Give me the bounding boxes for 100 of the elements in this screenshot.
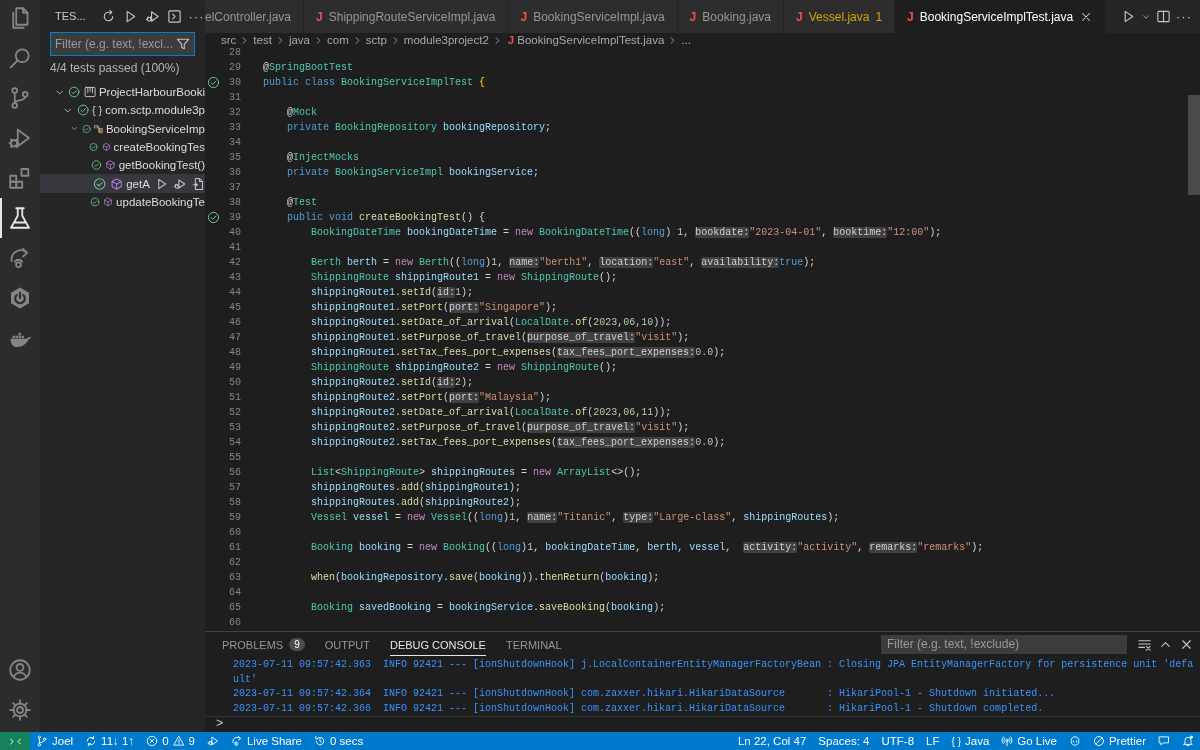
more-button[interactable]: ···	[1176, 9, 1192, 24]
line-number: 44	[228, 287, 241, 298]
check-circle-icon[interactable]	[207, 76, 220, 89]
log-line: 2023-07-11 09:57:42.363 INFO 92421 --- [ionShutdownHook] j.LocalContainerEntityManagerFactoryBean : Closing JPA EntityManagerFactory for persistence unit 'default'	[233, 658, 1194, 687]
line-number: 37	[228, 182, 241, 193]
panel-tab[interactable]: PROBLEMS 9	[222, 632, 305, 656]
code-line: @SpringBootTest	[263, 61, 354, 75]
problem-count: 1	[875, 9, 883, 24]
code-line: ShippingRoute shippingRoute1 = new ShippingRoute();	[310, 271, 618, 285]
status-bar-item[interactable]: Joel	[30, 735, 80, 747]
breadcrumb-item[interactable]: src	[221, 34, 237, 46]
breadcrumb-item[interactable]: com	[327, 34, 349, 46]
account-icon[interactable]	[8, 658, 32, 682]
line-number: 28	[228, 47, 241, 58]
cube-icon	[109, 176, 124, 191]
line-number: 62	[228, 557, 241, 568]
code-line: BookingDateTime bookingDateTime = new BookingDateTime((long) 1, bookdate:"2023-04-01", booktime:"12:00");	[310, 226, 942, 240]
editor-tab[interactable]: J BookingServiceImplTest.java	[895, 0, 1107, 33]
debug-icon[interactable]	[144, 8, 160, 24]
code-line: private BookingServiceImpl bookingService;	[286, 166, 540, 180]
filter-icon[interactable]	[176, 37, 190, 51]
braces-icon: { }	[91, 104, 103, 117]
status-bar-item[interactable]: Live Share	[224, 735, 308, 747]
status-bar-item[interactable]: LF	[920, 735, 946, 747]
editor-tab[interactable]: J ShippingRouteServiceImpl.java	[304, 0, 509, 33]
cube-icon	[104, 158, 116, 173]
code-line: Vessel vessel = new Vessel((long)1, name:"Titanic", type:"Large-class", shippingRoutes);	[310, 511, 840, 525]
status-bar-item[interactable]: Spaces: 4	[812, 735, 876, 747]
test-tree-item[interactable]: getBookingTest()	[40, 156, 205, 175]
editor-tab[interactable]: J Vessel.java 1	[784, 0, 896, 33]
test-tree-item[interactable]: BookingServiceImp	[40, 119, 205, 138]
debug-icon[interactable]	[173, 176, 187, 191]
remote-button[interactable]	[0, 732, 30, 750]
line-number: 35	[228, 152, 241, 163]
line-number: 49	[228, 362, 241, 373]
terminal-icon[interactable]	[166, 8, 182, 24]
line-number: 36	[228, 167, 241, 178]
line-number: 54	[228, 437, 241, 448]
status-bar-item[interactable]: Ln 22, Col 47	[731, 735, 813, 747]
breadcrumb-item[interactable]: java	[288, 34, 310, 46]
code-line: ShippingRoute shippingRoute2 = new ShippingRoute();	[310, 361, 618, 375]
breadcrumb-item[interactable]: BookingServiceImplTest.java	[517, 34, 665, 46]
braces-icon: { }	[951, 735, 961, 747]
check-circle-icon[interactable]	[207, 211, 220, 224]
scrollbar-thumb[interactable]	[1188, 95, 1200, 195]
more-button[interactable]: ···	[188, 8, 205, 24]
status-bar-item[interactable]: Prettier	[1086, 735, 1152, 747]
breadcrumb-item[interactable]: sctp	[365, 34, 387, 46]
search-icon	[8, 46, 32, 70]
go-to-file-icon[interactable]	[191, 176, 205, 191]
line-number: 33	[228, 122, 241, 133]
test-tree-item[interactable]: createBookingTes	[40, 137, 205, 157]
line-number: 63	[228, 572, 241, 583]
settings-icon[interactable]	[8, 698, 32, 722]
panel-tab[interactable]: DEBUG CONSOLE	[389, 632, 486, 656]
share-arrow-icon	[230, 735, 243, 747]
line-number: 46	[228, 317, 241, 328]
status-bar-item[interactable]: Go Live	[995, 735, 1063, 747]
java-file-icon: J	[507, 34, 515, 46]
status-bar-item[interactable]: { } Java	[945, 735, 996, 747]
test-tree-item[interactable]: ProjectHarbourBooki	[40, 83, 205, 102]
editor-tab[interactable]: J Booking.java	[677, 0, 784, 33]
code-line: @Mock	[286, 106, 318, 120]
status-bar-item[interactable]: 0 9	[140, 735, 201, 747]
extensions-icon	[8, 166, 32, 190]
split-icon[interactable]	[1156, 9, 1171, 24]
test-tree-item[interactable]: getA	[40, 174, 205, 193]
line-number: 51	[228, 392, 241, 403]
filter-field[interactable]: Filter (e.g. text, !exclude)	[881, 634, 1127, 654]
code-line: shippingRoute1.setTax_fees_port_expenses(tax_fees_port_expenses:0.0);	[310, 346, 726, 360]
line-number: 40	[228, 227, 241, 238]
log-line: 2023-07-11 09:57:42.366 INFO 92421 --- [ionShutdownHook] com.zaxxer.hikari.HikariDataSource : HikariPool-1 - Shutdown completed.	[233, 701, 1045, 716]
status-bar-item[interactable]: 11↓ 1↑	[79, 735, 141, 747]
line-number: 30	[228, 77, 241, 88]
line-number: 64	[228, 587, 241, 598]
editor-tab[interactable]: J BookingServiceImpl.java	[508, 0, 678, 33]
breadcrumb-item[interactable]: ...	[681, 34, 691, 46]
line-number: 50	[228, 377, 241, 388]
line-number: 43	[228, 272, 241, 283]
code-line: public class BookingServiceImplTest {	[263, 76, 486, 90]
breadcrumb-item[interactable]: test	[253, 34, 272, 46]
test-tree-item[interactable]: updateBookingTe	[40, 192, 205, 212]
log-line: 2023-07-11 09:57:42.364 INFO 92421 --- [ionShutdownHook] com.zaxxer.hikari.HikariDataSource : HikariPool-1 - Shutdown initiated...	[233, 687, 1057, 701]
java-file-icon: J	[316, 9, 323, 24]
java-file-icon: J	[520, 9, 528, 24]
line-number: 38	[228, 197, 241, 208]
panel-tab[interactable]: TERMINAL	[505, 632, 562, 656]
editor-tab[interactable]: elController.java	[205, 0, 305, 33]
code-line: when(bookingRepository.save(booking)).thenReturn(booking);	[310, 571, 660, 585]
panel-tab[interactable]: OUTPUT	[324, 632, 370, 656]
line-number: 29	[228, 62, 241, 73]
status-bar-item[interactable]: 0 secs	[307, 735, 370, 747]
code-line: List<ShippingRoute> shippingRoutes = new ArrayList<>();	[310, 466, 642, 480]
status-bar-item[interactable]: UTF-8	[875, 735, 921, 747]
breadcrumb-item[interactable]: module3project2	[403, 34, 489, 46]
filter-field[interactable]: Filter (e.g. text, !excl...	[50, 32, 195, 56]
test-tree-item[interactable]: { } com.sctp.module3p	[40, 101, 205, 120]
line-number: 59	[228, 512, 241, 523]
robot-icon	[1068, 735, 1081, 747]
line-number: 55	[228, 452, 241, 463]
